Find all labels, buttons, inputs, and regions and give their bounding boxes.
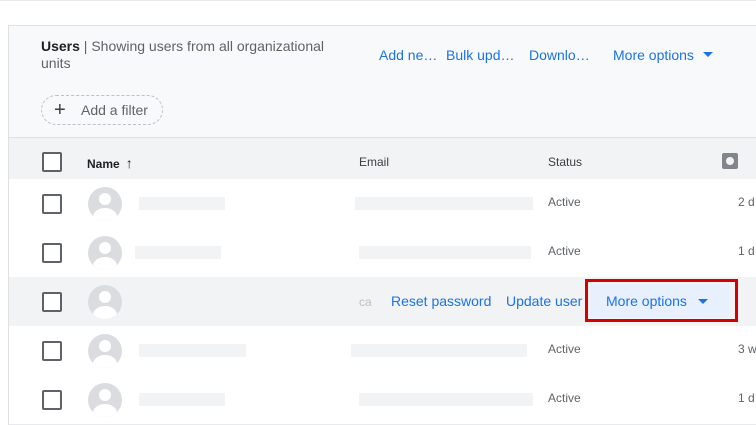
title-users: Users — [41, 38, 80, 54]
row-checkbox[interactable] — [42, 243, 62, 263]
add-filter-button[interactable]: + Add a filter — [41, 95, 163, 125]
person-icon — [88, 285, 122, 319]
users-header: Users | Showing users from all organizat… — [9, 26, 756, 87]
row-checkbox[interactable] — [42, 341, 62, 361]
add-new-user-button[interactable]: Add ne… — [379, 47, 437, 63]
column-header-name[interactable]: Name ↑ — [87, 155, 133, 171]
redacted-email — [359, 393, 533, 406]
table-row-hovered[interactable]: ca Reset password Update user More optio… — [9, 277, 756, 327]
row-checkbox[interactable] — [42, 194, 62, 214]
caret-down-icon — [698, 299, 708, 304]
redacted-name — [139, 197, 225, 210]
redacted-name — [139, 344, 246, 357]
row-more-options-label: More options — [606, 293, 687, 309]
status-text: Active — [548, 342, 581, 356]
add-filter-label: Add a filter — [81, 102, 148, 118]
select-all-checkbox[interactable] — [42, 152, 62, 172]
filter-bar: + Add a filter — [9, 86, 756, 138]
table-row[interactable]: Active 1 d — [9, 375, 756, 425]
person-icon — [88, 383, 122, 417]
last-sign-in: 1 d — [738, 244, 755, 258]
caret-down-icon — [702, 52, 713, 57]
plus-icon: + — [54, 99, 66, 121]
page-title: Users | Showing users from all organizat… — [41, 38, 341, 72]
table-row[interactable]: Active 2 d — [9, 179, 756, 229]
redacted-name — [139, 393, 225, 406]
truncated-email: ca — [359, 295, 372, 309]
column-header-status[interactable]: Status — [548, 155, 582, 169]
row-checkbox[interactable] — [42, 292, 62, 312]
users-card: Users | Showing users from all organizat… — [8, 25, 756, 425]
redacted-email — [351, 344, 527, 357]
last-sign-in: 2 d — [738, 195, 755, 209]
gear-icon[interactable] — [722, 153, 738, 169]
last-sign-in: 1 d — [738, 391, 755, 405]
row-more-options-button[interactable]: More options — [590, 284, 730, 318]
person-icon — [88, 236, 122, 270]
redacted-email — [355, 197, 533, 210]
status-text: Active — [548, 391, 581, 405]
column-name-label: Name — [87, 157, 120, 171]
status-text: Active — [548, 195, 581, 209]
reset-password-button[interactable]: Reset password — [391, 293, 491, 309]
download-button[interactable]: Downlo… — [529, 47, 590, 63]
row-checkbox[interactable] — [42, 390, 62, 410]
update-user-button[interactable]: Update user — [506, 293, 582, 309]
last-sign-in: 3 w — [738, 342, 756, 356]
redacted-name — [135, 246, 221, 259]
person-icon — [88, 334, 122, 368]
title-description: | Showing users from all organizational … — [41, 38, 325, 71]
table-row[interactable]: Active 3 w — [9, 326, 756, 376]
redacted-email — [359, 246, 531, 259]
header-more-options-label: More options — [613, 47, 694, 63]
column-header-email[interactable]: Email — [359, 155, 389, 169]
table-row[interactable]: Active 1 d — [9, 228, 756, 278]
status-text: Active — [548, 244, 581, 258]
person-icon — [88, 187, 122, 221]
top-divider — [0, 0, 756, 1]
arrow-up-icon: ↑ — [125, 155, 133, 171]
bulk-update-button[interactable]: Bulk upd… — [446, 47, 514, 63]
header-more-options-button[interactable]: More options — [613, 47, 713, 63]
